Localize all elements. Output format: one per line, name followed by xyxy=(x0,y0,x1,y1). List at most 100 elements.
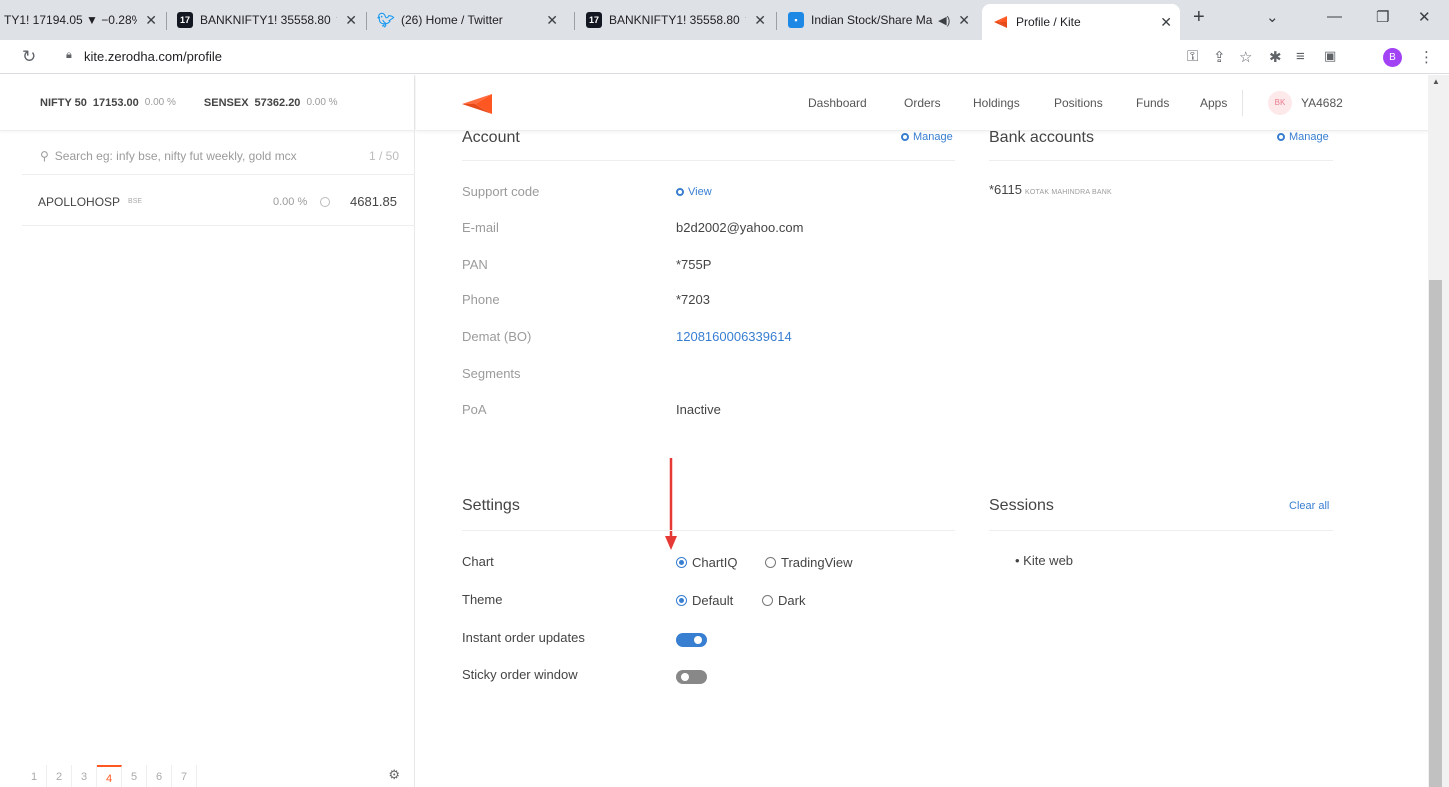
sticky-order-window-toggle[interactable] xyxy=(676,670,707,684)
watchlist-page-tab[interactable]: 1 xyxy=(22,765,47,787)
radio-selected-icon xyxy=(676,557,687,568)
browser-address-bar: ↻ 🔒︎ kite.zerodha.com/profile ⚿ ⇪ ☆ ✱ ≡ … xyxy=(0,40,1449,74)
nav-orders[interactable]: Orders xyxy=(904,96,941,110)
instant-order-updates-label: Instant order updates xyxy=(462,630,585,645)
browser-tab[interactable]: 17 BANKNIFTY1! 35558.80 ▼ − ✕ xyxy=(578,6,774,34)
watchlist-search-input[interactable]: ⚲ Search eg: infy bse, nifty fut weekly,… xyxy=(22,137,415,175)
theme-dark-radio[interactable]: Dark xyxy=(762,593,805,608)
browser-tab[interactable]: ▪ Indian Stock/Share Ma ◀) ✕ xyxy=(780,6,978,34)
close-tab-icon[interactable]: ✕ xyxy=(1160,14,1172,31)
close-tab-icon[interactable]: ✕ xyxy=(754,12,766,29)
audio-icon[interactable]: ◀) xyxy=(938,14,950,27)
scrollbar-thumb[interactable] xyxy=(1429,280,1442,787)
browser-tab[interactable]: 17 BANKNIFTY1! 35558.80 ▼ − ✕ xyxy=(169,6,365,34)
watchlist-page-tab[interactable]: 7 xyxy=(172,765,197,787)
account-manage-link[interactable]: Manage xyxy=(901,131,953,143)
pan-value: *755P xyxy=(676,257,712,272)
side-panel-icon[interactable]: ▣ xyxy=(1324,48,1336,64)
field-label: PAN xyxy=(462,257,488,272)
bank-account-row: *6115 KOTAK MAHINDRA BANK xyxy=(989,182,1112,197)
close-tab-icon[interactable]: ✕ xyxy=(145,12,157,29)
scroll-up-arrow-icon[interactable]: ▲ xyxy=(1432,77,1440,86)
demat-bo-link[interactable]: 1208160006339614 xyxy=(676,329,792,344)
theme-default-radio[interactable]: Default xyxy=(676,593,733,608)
nav-dashboard[interactable]: Dashboard xyxy=(808,96,867,110)
watchlist-page-tab-active[interactable]: 4 xyxy=(97,765,122,787)
index-name[interactable]: NIFTY 50 xyxy=(40,97,87,109)
chart-tradingview-radio[interactable]: TradingView xyxy=(765,555,853,570)
search-icon: ⚲ xyxy=(40,148,49,163)
field-label: PoA xyxy=(462,402,487,417)
manage-label: Manage xyxy=(913,131,953,143)
watchlist-page-tab[interactable]: 3 xyxy=(72,765,97,787)
support-code-view-link[interactable]: View xyxy=(676,186,712,198)
user-id[interactable]: YA4682 xyxy=(1301,96,1343,110)
reading-list-icon[interactable]: ≡ xyxy=(1296,48,1305,65)
tab-search-icon[interactable]: ⌄ xyxy=(1266,8,1279,26)
watchlist-page-tab[interactable]: 6 xyxy=(147,765,172,787)
screener-icon: ▪ xyxy=(788,12,804,28)
search-placeholder: Search eg: infy bse, nifty fut weekly, g… xyxy=(54,148,297,163)
kite-icon xyxy=(994,16,1007,28)
bank-section-title: Bank accounts xyxy=(989,129,1094,146)
close-tab-icon[interactable]: ✕ xyxy=(546,12,558,29)
gear-icon[interactable]: ⚙ xyxy=(388,767,400,783)
annotation-arrow xyxy=(665,458,677,550)
restore-icon[interactable]: ❐ xyxy=(1376,8,1389,26)
watchlist-count: 1 / 50 xyxy=(368,148,399,163)
nav-holdings[interactable]: Holdings xyxy=(973,96,1020,110)
sessions-section-title: Sessions xyxy=(989,497,1054,514)
tab-title: TY1! 17194.05 ▼ −0.28% xyxy=(4,13,138,27)
password-key-icon[interactable]: ⚿ xyxy=(1187,48,1198,65)
tradingview-icon: 17 xyxy=(177,12,193,28)
radio-label: ChartIQ xyxy=(692,555,738,570)
browser-tab-active[interactable]: Profile / Kite ✕ xyxy=(982,4,1180,40)
toggle-knob xyxy=(694,636,702,644)
close-tab-icon[interactable]: ✕ xyxy=(958,12,970,29)
bookmark-star-icon[interactable]: ☆ xyxy=(1239,48,1252,66)
nav-funds[interactable]: Funds xyxy=(1136,96,1169,110)
account-section-title: Account xyxy=(462,129,520,146)
field-label: Phone xyxy=(462,292,500,307)
chart-chartiq-radio[interactable]: ChartIQ xyxy=(676,555,738,570)
view-label: View xyxy=(688,186,712,198)
watchlist-page-tab[interactable]: 5 xyxy=(122,765,147,787)
index-name[interactable]: SENSEX xyxy=(204,97,249,109)
radio-unselected-icon xyxy=(762,595,773,606)
watchlist-row[interactable]: APOLLOHOSP BSE 0.00 % 4681.85 xyxy=(22,178,415,226)
nav-positions[interactable]: Positions xyxy=(1054,96,1103,110)
market-indices-bar: NIFTY 50 17153.00 0.00 % SENSEX 57362.20… xyxy=(0,75,415,131)
tab-title: (26) Home / Twitter xyxy=(401,13,503,27)
instrument-symbol: APOLLOHOSP xyxy=(38,194,121,209)
nav-apps[interactable]: Apps xyxy=(1200,96,1227,110)
field-label: Support code xyxy=(462,184,540,199)
reload-icon[interactable]: ↻ xyxy=(22,47,36,67)
sticky-order-window-label: Sticky order window xyxy=(462,667,578,682)
kite-app: NIFTY 50 17153.00 0.00 % SENSEX 57362.20… xyxy=(0,75,1449,787)
bank-name: KOTAK MAHINDRA BANK xyxy=(1025,189,1112,196)
watchlist-page-tab[interactable]: 2 xyxy=(47,765,72,787)
exchange-tag: BSE xyxy=(128,198,143,205)
instant-order-updates-toggle[interactable] xyxy=(676,633,707,647)
close-window-icon[interactable]: ✕ xyxy=(1418,8,1431,26)
extensions-puzzle-icon[interactable]: ✱ xyxy=(1269,48,1282,66)
minimize-icon[interactable]: — xyxy=(1327,8,1342,25)
browser-tab[interactable]: TY1! 17194.05 ▼ −0.28% ✕ xyxy=(0,6,165,34)
lock-icon[interactable]: 🔒︎ xyxy=(66,49,72,62)
url-field[interactable]: kite.zerodha.com/profile xyxy=(84,49,222,64)
radio-unselected-icon xyxy=(765,557,776,568)
bank-manage-link[interactable]: Manage xyxy=(1277,131,1329,143)
browser-menu-icon[interactable]: ⋮ xyxy=(1419,48,1434,66)
session-list-item: • Kite web xyxy=(1015,553,1074,568)
browser-tab[interactable]: 🐦︎ (26) Home / Twitter ✕ xyxy=(370,6,566,34)
new-tab-button[interactable]: + xyxy=(1193,6,1205,29)
browser-profile-avatar[interactable]: B xyxy=(1383,48,1402,67)
user-avatar[interactable]: BK xyxy=(1268,91,1292,115)
view-icon xyxy=(676,188,684,196)
share-icon[interactable]: ⇪ xyxy=(1213,48,1226,66)
kite-logo[interactable] xyxy=(462,94,492,114)
chart-setting-label: Chart xyxy=(462,554,494,569)
field-label: Demat (BO) xyxy=(462,329,532,344)
close-tab-icon[interactable]: ✕ xyxy=(345,12,357,29)
clear-all-sessions-link[interactable]: Clear all xyxy=(1289,500,1329,512)
